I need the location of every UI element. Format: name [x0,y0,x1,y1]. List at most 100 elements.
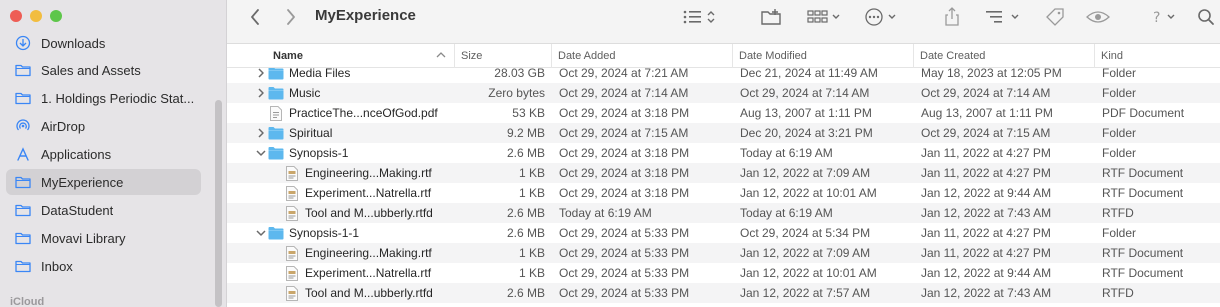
download-icon [12,35,34,51]
window-title: MyExperience [315,7,416,24]
back-button[interactable] [245,6,265,28]
sidebar-item-label: 1. Holdings Periodic Stat... [41,90,195,106]
list-options-button[interactable] [983,6,1025,28]
folder-icon [268,225,284,241]
quick-look-button[interactable] [1085,6,1111,28]
disclosure-expanded-icon[interactable] [255,223,267,243]
sidebar-item-1-holdings-periodic-stat[interactable]: 1. Holdings Periodic Stat... [6,85,201,111]
file-name: Tool and M...ubberly.rtfd [305,286,433,300]
sidebar-item-label: DataStudent [41,202,114,218]
disclosure-collapsed-icon[interactable] [255,83,267,103]
minimize-window-button[interactable] [30,10,42,22]
table-row[interactable]: Tool and M...ubberly.rtfd 2.6 MB Today at … [227,203,1220,223]
chevron-right-icon [287,9,295,25]
date-created: Aug 13, 2007 at 1:11 PM [921,106,1053,120]
date-added: Oct 29, 2024 at 5:33 PM [559,286,690,300]
rtf-document-icon [284,185,300,201]
sidebar-item-inbox[interactable]: Inbox [6,253,201,279]
sidebar-item-airdrop[interactable]: AirDrop [6,113,201,139]
column-header-name[interactable]: Name [267,44,454,68]
file-kind: RTF Document [1102,166,1184,180]
folder-icon [268,68,284,81]
sidebar-item-datastudent[interactable]: DataStudent [6,197,201,223]
folder-icon [12,259,34,273]
table-row[interactable]: Media Files 28.03 GB Oct 29, 2024 at 7:21 … [227,68,1220,83]
file-kind: RTFD [1102,286,1134,300]
sidebar-item-label: MyExperience [41,174,124,190]
date-modified: Jan 12, 2022 at 7:57 AM [740,286,871,300]
date-added: Oct 29, 2024 at 5:33 PM [559,226,690,240]
sidebar-scrollbar[interactable] [215,100,222,307]
rtf-document-icon [284,205,300,221]
sidebar-item-applications[interactable]: Applications [6,141,201,167]
file-kind: RTF Document [1102,266,1184,280]
column-header-date-added[interactable]: Date Added [551,44,732,68]
sidebar-section-icloud: iCloud [10,296,45,307]
date-created: Oct 29, 2024 at 7:14 AM [921,86,1051,100]
date-modified: Oct 29, 2024 at 7:14 AM [740,86,870,100]
sidebar: Downloads Sales and Assets 1. Holdings Per… [0,0,227,307]
disclosure-collapsed-icon[interactable] [255,68,267,83]
date-modified: Aug 13, 2007 at 1:11 PM [740,106,872,120]
ellipsis-circle-icon [865,8,896,26]
sidebar-item-movavi-library[interactable]: Movavi Library [6,225,201,251]
file-name: Engineering...Making.rtf [305,166,432,180]
new-folder-button[interactable] [759,6,785,28]
help-button[interactable]: ? [1151,6,1179,28]
zoom-window-button[interactable] [50,10,62,22]
file-size: 53 KB [512,106,545,120]
file-name: Music [289,86,321,100]
column-header-date-modified-label: Date Modified [739,50,807,62]
forward-button[interactable] [281,6,301,28]
column-header-size[interactable]: Size [454,44,551,68]
sidebar-item-downloads[interactable]: Downloads [6,30,201,56]
date-modified: Dec 21, 2024 at 11:49 AM [740,68,878,80]
group-button[interactable] [805,6,843,28]
file-name: Synopsis-1-1 [289,226,360,240]
sort-ascending-icon [436,52,446,58]
date-modified: Today at 6:19 AM [740,146,833,160]
rtf-document-icon [284,165,300,181]
new-folder-icon [761,9,781,25]
disclosure-collapsed-icon[interactable] [255,123,267,143]
table-row[interactable]: Engineering...Making.rtf 1 KB Oct 29, 2024… [227,243,1220,263]
sidebar-item-label: Sales and Assets [41,62,141,78]
folder-icon [12,203,34,217]
file-kind: Folder [1102,86,1137,100]
view-options-button[interactable] [679,6,719,28]
share-button[interactable] [941,6,963,28]
file-size: 2.6 MB [506,286,545,300]
tag-icon [1046,8,1064,26]
search-icon [1198,9,1214,25]
column-header-date-created[interactable]: Date Created [913,44,1094,68]
folder-icon [268,85,284,101]
date-created: Jan 11, 2022 at 4:27 PM [921,246,1051,260]
date-added: Today at 6:19 AM [559,206,652,220]
table-row[interactable]: Music Zero bytes Oct 29, 2024 at 7:14 AM Oc… [227,83,1220,103]
file-name: Media Files [289,68,351,80]
date-added: Oct 29, 2024 at 3:18 PM [559,166,690,180]
disclosure-expanded-icon[interactable] [255,143,267,163]
table-row[interactable]: Spiritual 9.2 MB Oct 29, 2024 at 7:15 AM De… [227,123,1220,143]
table-row[interactable]: Tool and M...ubberly.rtfd 2.6 MB Oct 29, 2… [227,283,1220,303]
table-row[interactable]: Synopsis-1-1 2.6 MB Oct 29, 2024 at 5:33 P… [227,223,1220,243]
sidebar-item-myexperience[interactable]: MyExperience [6,169,201,195]
table-row[interactable]: Engineering...Making.rtf 1 KB Oct 29, 2024… [227,163,1220,183]
table-row[interactable]: Synopsis-1 2.6 MB Oct 29, 2024 at 3:18 PM T… [227,143,1220,163]
action-button[interactable] [863,6,901,28]
table-row[interactable]: Experiment...Natrella.rtf 1 KB Oct 29, 202… [227,183,1220,203]
date-added: Oct 29, 2024 at 5:33 PM [559,266,690,280]
search-button[interactable] [1195,6,1217,28]
table-row[interactable]: PracticeThe...nceOfGod.pdf 53 KB Oct 29, 2… [227,103,1220,123]
date-created: Jan 11, 2022 at 4:27 PM [921,226,1051,240]
column-header-date-modified[interactable]: Date Modified [732,44,913,68]
rtf-document-icon [284,285,300,301]
date-created: Jan 11, 2022 at 4:27 PM [921,146,1051,160]
table-row[interactable]: Experiment...Natrella.rtf 1 KB Oct 29, 202… [227,263,1220,283]
column-header-kind[interactable]: Kind [1094,44,1210,68]
date-added: Oct 29, 2024 at 7:15 AM [559,126,689,140]
close-window-button[interactable] [10,10,22,22]
sidebar-item-sales-and-assets[interactable]: Sales and Assets [6,57,201,83]
rtf-document-icon [284,265,300,281]
tags-button[interactable] [1043,6,1067,28]
